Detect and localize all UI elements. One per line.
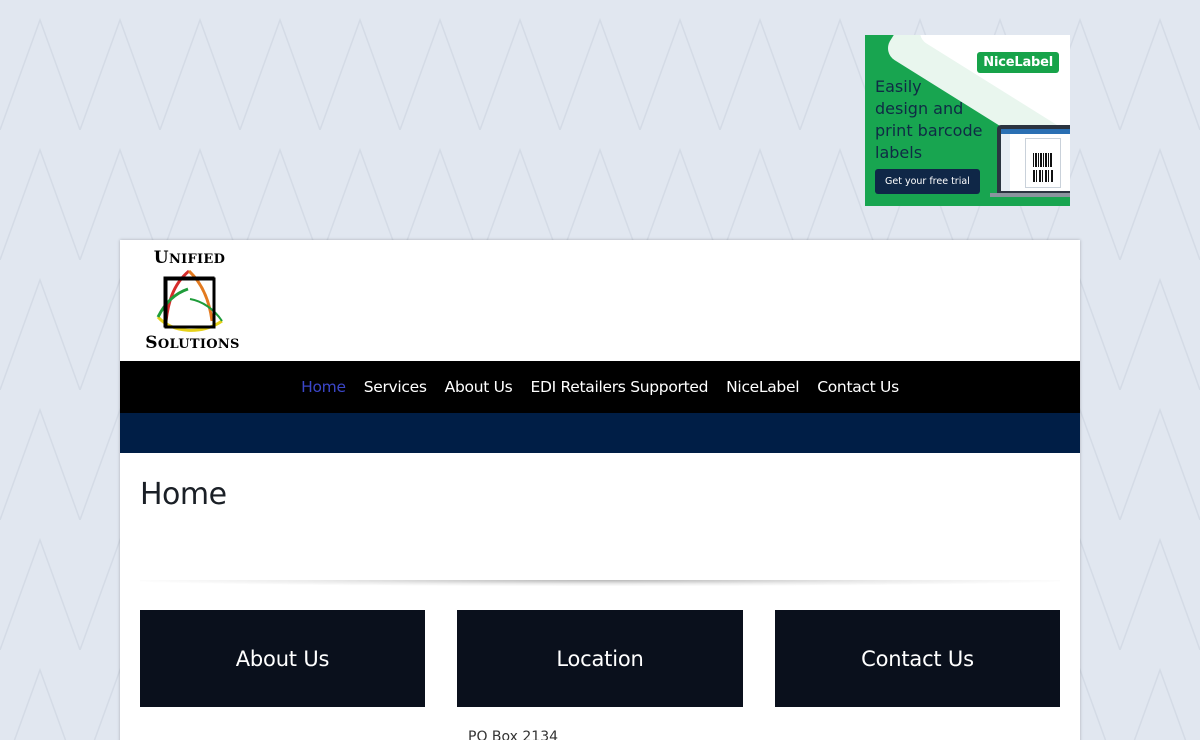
nav-about-us[interactable]: About Us xyxy=(436,378,522,396)
nav-services[interactable]: Services xyxy=(355,378,436,396)
ad-headline: Easily design and print barcode labels xyxy=(875,77,983,162)
barcode-icon xyxy=(1033,153,1053,167)
page-title: Home xyxy=(140,477,227,512)
contact-us-box[interactable]: Contact Us xyxy=(775,610,1060,707)
nav-contact-us[interactable]: Contact Us xyxy=(808,378,908,396)
sub-banner-bar xyxy=(120,413,1080,453)
page-container: UNIFIED SOLUTIONS Home Services About Us… xyxy=(120,240,1080,740)
laptop-illustration xyxy=(997,125,1070,195)
site-logo[interactable]: UNIFIED SOLUTIONS xyxy=(140,248,245,356)
section-divider xyxy=(140,580,1060,586)
location-box[interactable]: Location xyxy=(457,610,743,707)
ad-brand-logo: NiceLabel xyxy=(977,52,1059,73)
nav-edi-retailers[interactable]: EDI Retailers Supported xyxy=(521,378,717,396)
main-nav: Home Services About Us EDI Retailers Sup… xyxy=(120,361,1080,413)
nicelabel-ad[interactable]: NiceLabel Easily design and print barcod… xyxy=(865,35,1070,206)
laptop-base xyxy=(990,193,1070,197)
feature-boxes: About Us Location Contact Us xyxy=(140,610,1060,707)
location-address: PO Box 2134 xyxy=(468,729,559,740)
logo-text-bottom: SOLUTIONS xyxy=(145,333,240,353)
ad-cta-button[interactable]: Get your free trial xyxy=(875,169,980,194)
about-us-box[interactable]: About Us xyxy=(140,610,425,707)
nav-nicelabel[interactable]: NiceLabel xyxy=(717,378,808,396)
logo-mark-icon xyxy=(156,269,223,332)
nav-home[interactable]: Home xyxy=(292,378,355,396)
